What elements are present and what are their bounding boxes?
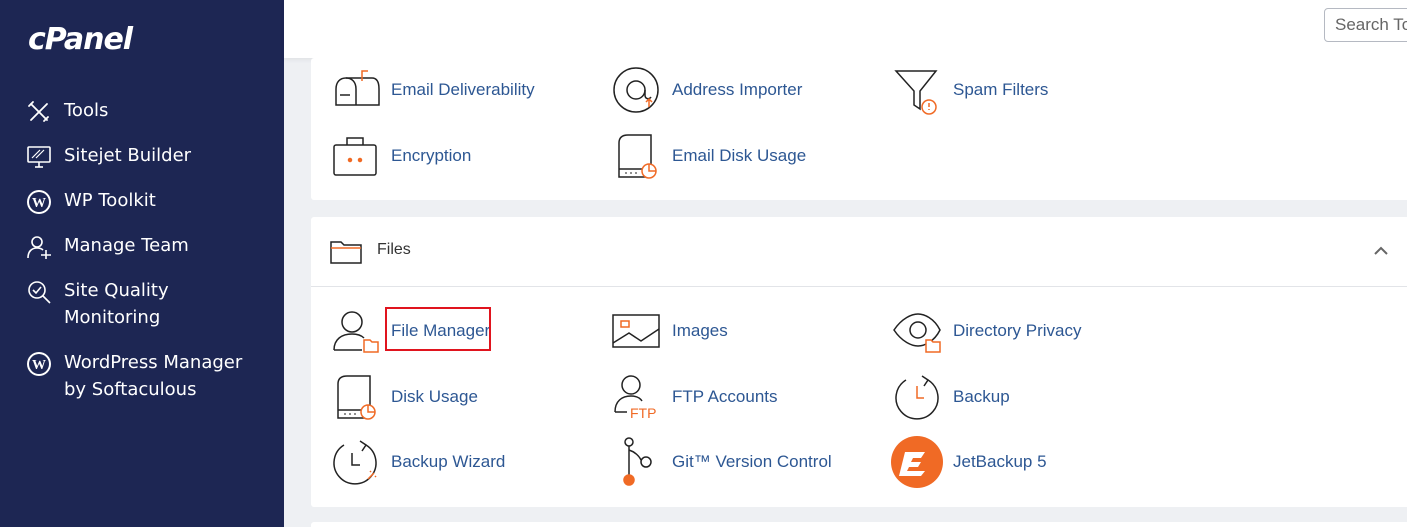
disk-usage-icon	[329, 371, 381, 423]
tool-label: Backup	[953, 387, 1010, 406]
tool-label: File Manager	[391, 321, 491, 340]
briefcase-icon	[329, 130, 381, 182]
email-section: Email Deliverability Address Importer Sp…	[311, 58, 1407, 200]
at-sign-icon	[610, 64, 662, 116]
next-section	[311, 522, 1407, 527]
tool-label: Spam Filters	[953, 80, 1049, 99]
tool-ftp-accounts[interactable]: FTP FTP Accounts	[610, 371, 778, 423]
sidebar-item-sitejet-builder[interactable]: Sitejet Builder	[24, 142, 191, 172]
files-section-title: Files	[377, 241, 411, 258]
tool-label: Email Deliverability	[391, 80, 535, 99]
tool-jetbackup-5[interactable]: JetBackup 5	[891, 436, 1047, 488]
sidebar-item-label: Tools	[64, 100, 109, 121]
sidebar-item-wp-toolkit[interactable]: W WP Toolkit	[24, 187, 156, 217]
sitejet-icon	[24, 142, 54, 172]
files-section-header[interactable]: Files	[311, 217, 1407, 287]
tool-label: Disk Usage	[391, 387, 478, 406]
tool-spam-filters[interactable]: Spam Filters	[891, 64, 1048, 116]
site-quality-icon	[24, 277, 54, 307]
sidebar-item-site-quality-monitoring[interactable]: Site Quality Monitoring	[24, 277, 169, 331]
manage-team-icon	[24, 232, 54, 262]
tool-label: Images	[672, 321, 728, 340]
funnel-icon	[891, 64, 943, 116]
sidebar-item-manage-team[interactable]: Manage Team	[24, 232, 189, 262]
svg-text:FTP: FTP	[630, 405, 656, 421]
tool-directory-privacy[interactable]: Directory Privacy	[891, 305, 1081, 357]
jetbackup-icon	[891, 436, 943, 488]
ftp-user-icon: FTP	[610, 371, 662, 423]
tool-label: Email Disk Usage	[672, 146, 807, 165]
sidebar-item-tools[interactable]: Tools	[24, 97, 108, 127]
sidebar-item-label: Site Quality Monitoring	[64, 280, 169, 328]
tool-email-deliverability[interactable]: Email Deliverability	[329, 64, 535, 116]
tool-file-manager[interactable]: File Manager	[329, 305, 490, 357]
tool-label: Directory Privacy	[953, 321, 1082, 340]
tool-git-version-control[interactable]: Git™ Version Control	[610, 436, 832, 488]
cpanel-logo[interactable]: cPanel	[28, 22, 133, 57]
tool-label: Address Importer	[672, 80, 803, 99]
svg-text:W: W	[32, 196, 46, 211]
chevron-up-icon[interactable]	[1373, 243, 1389, 261]
mailbox-icon	[329, 64, 381, 116]
tools-icon	[24, 97, 54, 127]
sidebar-item-label: Manage Team	[64, 235, 189, 256]
eye-folder-icon	[891, 305, 943, 357]
wordpress-icon: W	[24, 349, 54, 379]
tool-address-importer[interactable]: Address Importer	[610, 64, 802, 116]
svg-text:W: W	[32, 358, 46, 373]
tool-label: Encryption	[391, 146, 472, 165]
folder-icon	[329, 239, 363, 270]
tool-label: JetBackup 5	[953, 452, 1047, 471]
tool-encryption[interactable]: Encryption	[329, 130, 471, 182]
tool-label: Git™ Version Control	[672, 452, 832, 471]
backup-wizard-icon	[329, 436, 381, 488]
sidebar-item-label: WordPress Manager by Softaculous	[64, 352, 243, 400]
tool-backup-wizard[interactable]: Backup Wizard	[329, 436, 505, 488]
tool-images[interactable]: Images	[610, 305, 728, 357]
backup-icon	[891, 371, 943, 423]
tool-label: FTP Accounts	[672, 387, 778, 406]
file-manager-icon	[329, 305, 381, 357]
sidebar-item-label: WP Toolkit	[64, 190, 156, 211]
tool-backup[interactable]: Backup	[891, 371, 1010, 423]
sidebar-item-label: Sitejet Builder	[64, 145, 192, 166]
tool-label: Backup Wizard	[391, 452, 506, 471]
wordpress-icon: W	[24, 187, 54, 217]
sidebar-item-wordpress-manager[interactable]: W WordPress Manager by Softaculous	[24, 349, 242, 403]
files-section: Files File Manager Images Directory Priv…	[311, 217, 1407, 507]
tool-email-disk-usage[interactable]: Email Disk Usage	[610, 130, 806, 182]
image-icon	[610, 305, 662, 357]
tool-disk-usage[interactable]: Disk Usage	[329, 371, 478, 423]
top-bar	[284, 0, 1407, 58]
search-input[interactable]	[1324, 8, 1407, 42]
git-icon	[610, 436, 662, 488]
disk-usage-icon	[610, 130, 662, 182]
sidebar: cPanel Tools Sitejet Builder W WP Toolki…	[0, 0, 284, 527]
